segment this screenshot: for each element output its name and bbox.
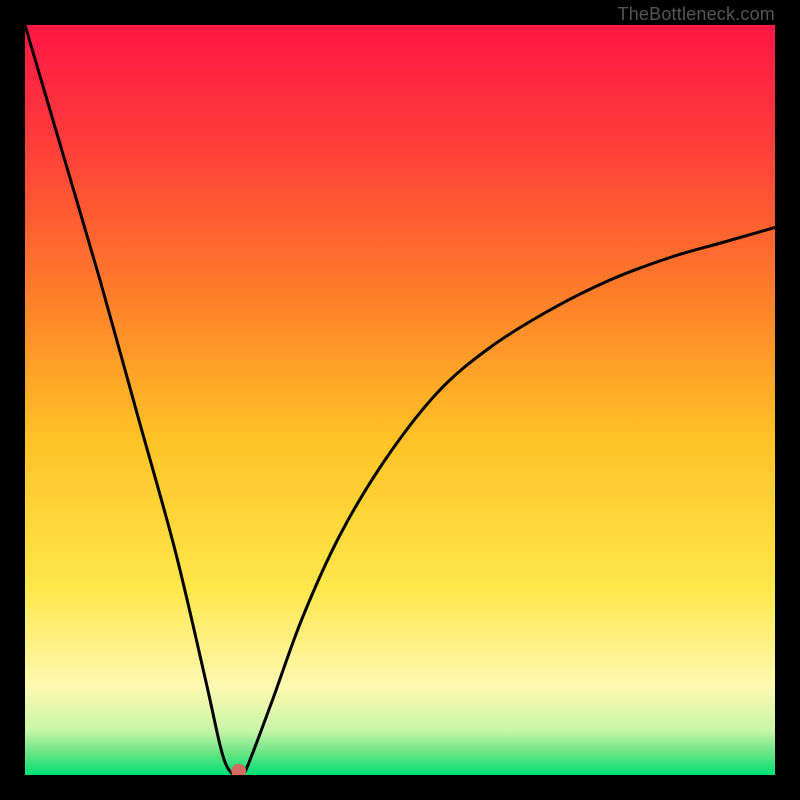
watermark-text: TheBottleneck.com (618, 4, 775, 25)
gradient-background (25, 25, 775, 775)
bottleneck-chart (25, 25, 775, 775)
plot-area (25, 25, 775, 775)
chart-frame: TheBottleneck.com (0, 0, 800, 800)
